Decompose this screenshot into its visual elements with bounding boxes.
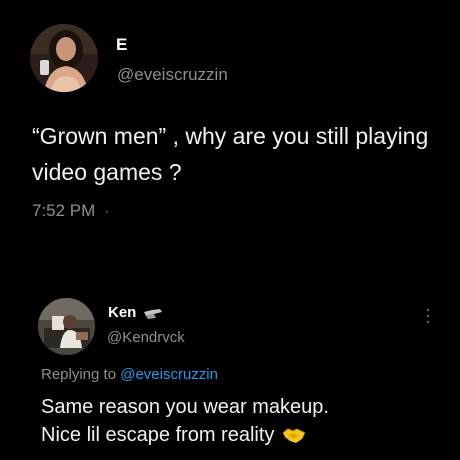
reply-text-line2-row: Nice lil escape from reality <box>41 421 451 449</box>
handshake-icon <box>283 428 306 443</box>
author-display-name[interactable]: E <box>116 35 127 55</box>
reply-author-handle[interactable]: @Kendrvck <box>107 329 185 346</box>
tweet-text: “Grown men” , why are you still playing … <box>32 123 429 185</box>
author-avatar[interactable] <box>30 24 98 92</box>
reply-author-name-row: Ken <box>108 304 164 321</box>
replying-to-line: Replying to @eveiscruzzin <box>41 366 218 383</box>
reply-text: Same reason you wear makeup. Nice lil es… <box>41 393 451 449</box>
more-options-icon[interactable] <box>426 308 430 324</box>
author-avatar-image <box>30 24 98 92</box>
reply-text-line2: Nice lil escape from reality <box>41 424 275 446</box>
author-handle[interactable]: @eveiscruzzin <box>117 65 228 85</box>
reply-text-line1: Same reason you wear makeup. <box>41 396 329 418</box>
replying-to-label: Replying to <box>41 366 117 383</box>
reply-author-display-name[interactable]: Ken <box>108 304 136 321</box>
reply-author-avatar[interactable] <box>38 298 95 355</box>
time-separator: · <box>104 201 110 220</box>
name-emoji-icon <box>144 308 163 319</box>
tweet-timestamp[interactable]: 7:52 PM · <box>32 201 110 221</box>
replying-to-mention[interactable]: @eveiscruzzin <box>120 366 218 383</box>
tweet-time[interactable]: 7:52 PM <box>32 201 95 220</box>
reply-avatar-image <box>38 298 95 355</box>
